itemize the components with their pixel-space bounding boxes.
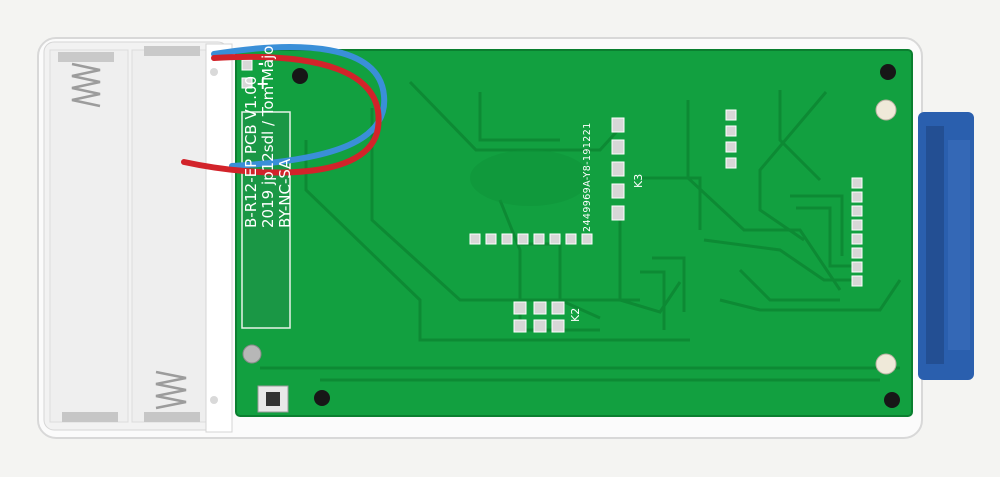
silkscreen-label-text: B-R12-EP PCB V1.00 2019 jp12sdl / Tom Ma…	[242, 39, 294, 228]
pcb-board	[235, 49, 913, 417]
pcb-photo	[37, 37, 974, 439]
silk-serial: 2449969A-Y8-191221	[582, 122, 593, 232]
blue-connector	[918, 112, 974, 380]
silk-line-1: B-R12-EP PCB V1.00	[242, 75, 260, 228]
battery-contact-top-right	[144, 46, 200, 56]
battery-slot-right	[131, 49, 207, 423]
silk-k2: K2	[569, 307, 582, 322]
battery-contact-bottom-left	[62, 412, 118, 422]
battery-slot-left	[49, 49, 129, 423]
silk-k3: K3	[632, 173, 645, 188]
silk-line-3: BY-NC-SA	[276, 158, 294, 228]
silk-line-2: 2019 jp12sdl / Tom Major	[259, 39, 277, 228]
battery-contact-top-left	[58, 52, 114, 62]
battery-contact-bottom-right	[144, 412, 200, 422]
